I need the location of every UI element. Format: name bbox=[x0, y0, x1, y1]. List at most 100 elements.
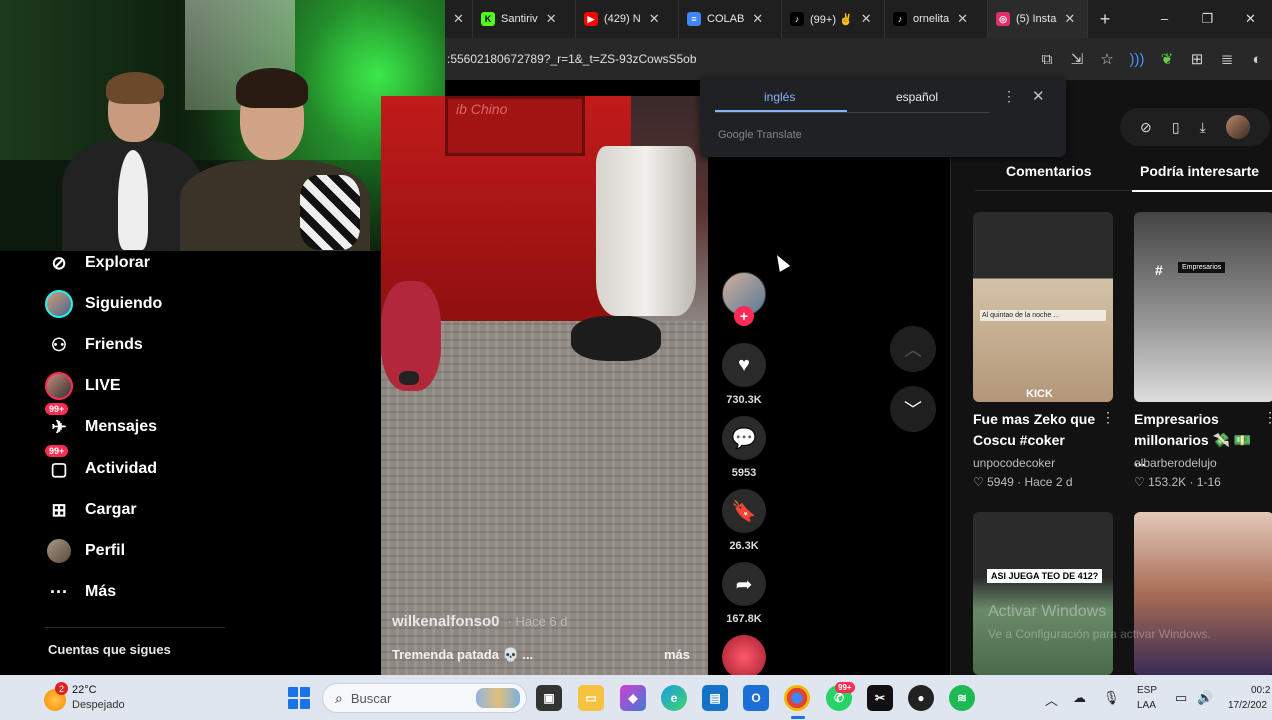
tab-docs[interactable]: ≡ COLAB ✕ bbox=[679, 0, 782, 38]
more-options-icon[interactable]: ⋮ bbox=[1101, 409, 1115, 426]
download-icon[interactable]: ⤓ bbox=[1200, 119, 1206, 136]
close-icon[interactable]: ✕ bbox=[453, 11, 464, 27]
extension-sound-icon[interactable]: ))) bbox=[1122, 51, 1152, 68]
store-icon[interactable]: ▤ bbox=[702, 685, 728, 711]
translate-popup: inglés español Google Translate ⋮ ✕ bbox=[700, 77, 1066, 157]
address-bar-icons: ⧉ ⇲ ☆ ))) ❦ ⊞ ≣ ◐ bbox=[1032, 50, 1272, 69]
video-player[interactable]: ib Chino bbox=[381, 96, 708, 675]
tab-instagram[interactable]: ◎ (5) Insta ✕ bbox=[988, 0, 1088, 38]
copilot-icon[interactable]: ◆ bbox=[620, 685, 646, 711]
kick-icon: K bbox=[481, 12, 495, 26]
outlook-icon[interactable]: O bbox=[743, 685, 769, 711]
spotify-icon[interactable]: ≋ bbox=[949, 685, 975, 711]
clock-date[interactable]: 17/2/202 bbox=[1228, 700, 1267, 711]
tab-comments[interactable]: Comentarios bbox=[1006, 163, 1092, 179]
edge-icon[interactable]: e bbox=[661, 685, 687, 711]
translate-tabs-divider bbox=[715, 112, 990, 113]
sidebar-item-perfil[interactable]: Perfil bbox=[45, 536, 125, 566]
minimize-button[interactable]: – bbox=[1143, 11, 1186, 27]
tab-youtube[interactable]: ▶ (429) N ✕ bbox=[576, 0, 679, 38]
phone-icon[interactable]: ▯ bbox=[1172, 119, 1180, 136]
obs-icon[interactable]: ● bbox=[908, 685, 934, 711]
share-button[interactable]: ➦ bbox=[722, 562, 766, 606]
close-icon[interactable]: ✕ bbox=[649, 11, 660, 27]
video-time: · Hace 6 d bbox=[507, 614, 568, 629]
extensions-puzzle-icon[interactable]: ⊞ bbox=[1182, 50, 1212, 68]
url-field[interactable]: :55602180672789?_r=1&_t=ZS-93zCowsS5ob bbox=[445, 52, 965, 66]
video-author[interactable]: wilkenalfonso0 bbox=[392, 613, 500, 630]
related-video-thumbnail[interactable] bbox=[1134, 512, 1272, 675]
windows-logo-icon bbox=[288, 699, 298, 709]
related-video-author[interactable]: elbarberodelujo bbox=[1134, 456, 1217, 470]
related-video-thumbnail[interactable] bbox=[973, 212, 1113, 402]
new-tab-button[interactable]: + bbox=[1088, 9, 1122, 30]
close-icon[interactable]: ✕ bbox=[1064, 11, 1075, 27]
close-icon[interactable]: ✕ bbox=[957, 11, 968, 27]
share-count: 167.8K bbox=[726, 613, 762, 625]
chrome-icon[interactable] bbox=[784, 685, 810, 711]
sidebar-item-friends[interactable]: ⚇ Friends bbox=[45, 330, 143, 360]
translate-icon[interactable]: ⧉ bbox=[1032, 51, 1062, 68]
compass-icon[interactable]: ⊘ bbox=[1140, 119, 1152, 136]
translate-close-icon[interactable]: ✕ bbox=[1032, 87, 1045, 105]
thumbnail-overlay-text: ASI JUEGA TEO DE 412? bbox=[987, 569, 1103, 583]
save-button[interactable]: 🔖 bbox=[722, 489, 766, 533]
sidebar-item-siguiendo[interactable]: Siguiendo bbox=[45, 289, 162, 319]
sidebar-item-actividad[interactable]: ▢ 99+ Actividad bbox=[45, 445, 157, 484]
tab-current[interactable]: ✕ bbox=[445, 0, 473, 38]
bookmark-star-icon[interactable]: ☆ bbox=[1092, 50, 1122, 68]
next-video-button[interactable]: ﹀ bbox=[890, 386, 936, 432]
network-icon[interactable]: ▭ bbox=[1175, 690, 1187, 706]
taskbar-search[interactable]: ⌕ Buscar bbox=[322, 683, 527, 713]
profile-avatar-icon[interactable]: ◐ bbox=[1242, 51, 1272, 68]
more-options-icon[interactable]: ⋮ bbox=[1263, 409, 1272, 426]
translate-target-language[interactable]: español bbox=[896, 90, 938, 104]
like-count: 730.3K bbox=[726, 394, 762, 406]
volume-icon[interactable]: 🔊 bbox=[1197, 690, 1213, 706]
translate-menu-icon[interactable]: ⋮ bbox=[1002, 88, 1016, 105]
follow-plus-icon[interactable]: + bbox=[734, 306, 754, 326]
comment-button[interactable]: 💬 bbox=[722, 416, 766, 460]
maximize-button[interactable]: ❐ bbox=[1186, 11, 1229, 27]
close-window-button[interactable]: ✕ bbox=[1229, 11, 1272, 27]
tab-kick[interactable]: K Santiriv ✕ bbox=[473, 0, 576, 38]
keyboard-layout[interactable]: LAA bbox=[1137, 700, 1156, 711]
sidebar-item-mas[interactable]: ··· Más bbox=[45, 577, 116, 607]
tray-cloud-icon[interactable]: ☁ bbox=[1073, 690, 1086, 706]
microphone-icon[interactable]: 🎙 bbox=[1103, 690, 1120, 706]
sidebar-item-explorar[interactable]: ⊘ Explorar bbox=[45, 248, 149, 278]
install-app-icon[interactable]: ⇲ bbox=[1062, 50, 1092, 68]
tab-tiktok-2[interactable]: ♪ ornelita ✕ bbox=[885, 0, 988, 38]
translate-source-language[interactable]: inglés bbox=[764, 90, 795, 104]
tray-chevron-up-icon[interactable]: ︿ bbox=[1045, 690, 1058, 709]
sidebar-item-cargar[interactable]: ⊞ Cargar bbox=[45, 495, 136, 525]
close-icon[interactable]: ✕ bbox=[546, 11, 557, 27]
tab-related[interactable]: Podría interesarte bbox=[1140, 163, 1259, 179]
previous-video-button[interactable]: ︿ bbox=[890, 326, 936, 372]
weather-temperature[interactable]: 22°C bbox=[72, 684, 97, 696]
sidebar-item-mensajes[interactable]: ✈ 99+ Mensajes bbox=[45, 403, 157, 442]
file-explorer-icon[interactable]: ▭ bbox=[578, 685, 604, 711]
close-icon[interactable]: ✕ bbox=[752, 11, 763, 27]
close-icon[interactable]: ✕ bbox=[861, 11, 872, 27]
user-avatar[interactable] bbox=[1225, 115, 1250, 139]
music-disc-icon[interactable] bbox=[722, 635, 766, 679]
clock-time[interactable]: 00:2 bbox=[1251, 685, 1270, 696]
weather-badge: 2 bbox=[55, 682, 68, 695]
media-queue-icon[interactable]: ≣ bbox=[1212, 50, 1242, 68]
tab-tiktok-1[interactable]: ♪ (99+) ✌ ✕ bbox=[782, 0, 885, 38]
extension-leaf-icon[interactable]: ❦ bbox=[1152, 50, 1182, 68]
related-video-title[interactable]: Fue mas Zeko que Coscu #coker bbox=[973, 409, 1113, 451]
save-count: 26.3K bbox=[729, 540, 759, 552]
related-video-author[interactable]: unpocodecoker bbox=[973, 456, 1055, 470]
keyboard-language[interactable]: ESP bbox=[1137, 685, 1157, 696]
video-more-link[interactable]: más bbox=[664, 647, 690, 662]
weather-condition[interactable]: Despejado bbox=[72, 699, 125, 711]
sidebar-item-live[interactable]: LIVE bbox=[45, 371, 121, 401]
related-video-thumbnail[interactable] bbox=[1134, 212, 1272, 402]
start-button[interactable] bbox=[288, 687, 310, 709]
related-video-thumbnail[interactable] bbox=[973, 512, 1113, 675]
capcut-icon[interactable]: ✂ bbox=[867, 685, 893, 711]
task-view-icon[interactable]: ▣ bbox=[536, 685, 562, 711]
like-button[interactable]: ♥ bbox=[722, 343, 766, 387]
